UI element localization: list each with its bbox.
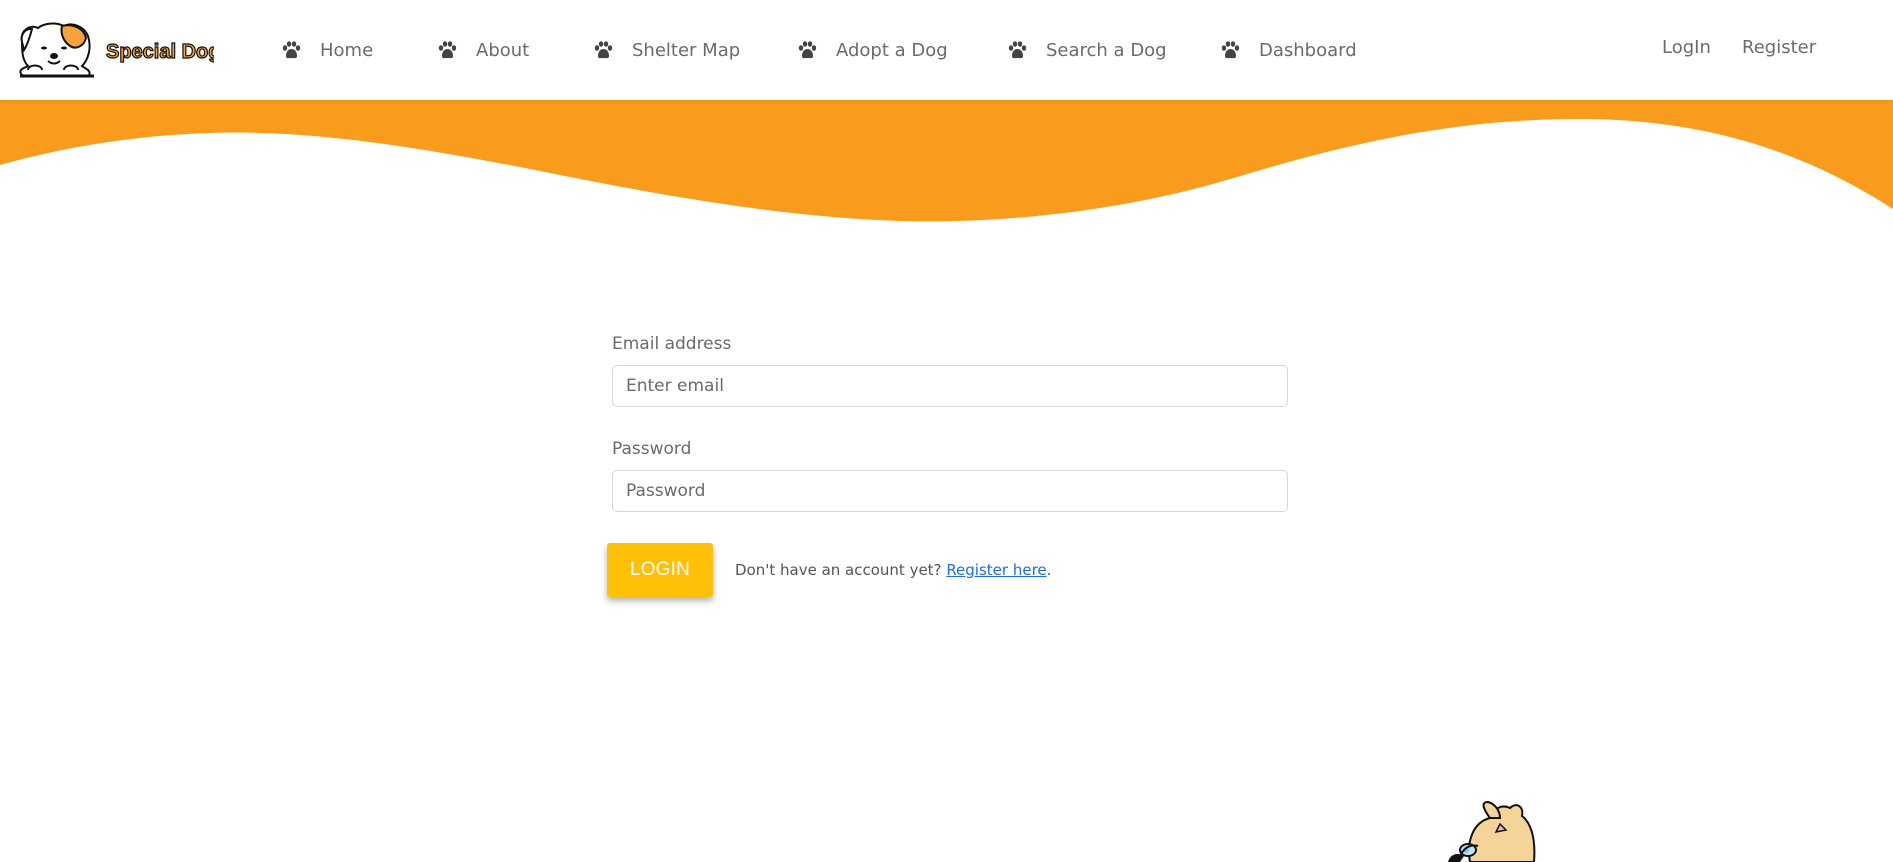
nav-item-about[interactable]: About	[437, 37, 529, 63]
password-group: Password	[612, 439, 1288, 544]
signup-prompt: Don't have an account yet? Register here…	[735, 561, 1051, 579]
register-link[interactable]: Register	[1742, 37, 1816, 58]
password-label: Password	[612, 439, 692, 459]
nav-item-adopt-a-dog[interactable]: Adopt a Dog	[797, 37, 948, 63]
nav-label-adopt-a-dog: Adopt a Dog	[836, 39, 948, 61]
navbar: Special Dog Home About Shelter Map Adopt…	[0, 0, 1893, 100]
nav-item-home[interactable]: Home	[281, 37, 373, 63]
login-link[interactable]: LogIn	[1662, 37, 1711, 58]
paw-icon	[281, 41, 301, 59]
login-button[interactable]: LOGIN	[607, 543, 713, 597]
paw-icon	[437, 41, 457, 59]
email-field[interactable]	[612, 365, 1288, 407]
nav-item-dashboard[interactable]: Dashboard	[1220, 37, 1357, 63]
nav-label-search-a-dog: Search a Dog	[1046, 39, 1167, 61]
login-form: Email address Password	[612, 334, 1288, 544]
orange-wave-banner	[0, 99, 1893, 229]
peeking-dog-icon	[1430, 800, 1550, 862]
form-actions: LOGIN Don't have an account yet? Registe…	[607, 543, 1051, 597]
paw-icon	[593, 41, 613, 59]
nav-label-shelter-map: Shelter Map	[632, 39, 741, 61]
nav-item-search-a-dog[interactable]: Search a Dog	[1007, 37, 1167, 63]
nav-label-dashboard: Dashboard	[1259, 39, 1357, 61]
nav-label-about: About	[476, 39, 530, 61]
password-field[interactable]	[612, 470, 1288, 512]
email-label: Email address	[612, 334, 732, 354]
cartoon-dog-logo-icon: Special Dog	[19, 22, 214, 78]
brand-wordmark: Special Dog	[106, 41, 214, 63]
paw-icon	[1007, 41, 1027, 59]
email-group: Email address	[612, 334, 1288, 439]
brand-logo[interactable]: Special Dog	[18, 20, 214, 78]
nav-item-shelter-map[interactable]: Shelter Map	[593, 37, 740, 63]
paw-icon	[1220, 41, 1240, 59]
paw-icon	[797, 41, 817, 59]
signup-prompt-text: Don't have an account yet?	[735, 561, 942, 579]
register-here-link[interactable]: Register here	[946, 561, 1046, 579]
signup-suffix: .	[1046, 561, 1052, 579]
nav-label-home: Home	[320, 39, 374, 61]
